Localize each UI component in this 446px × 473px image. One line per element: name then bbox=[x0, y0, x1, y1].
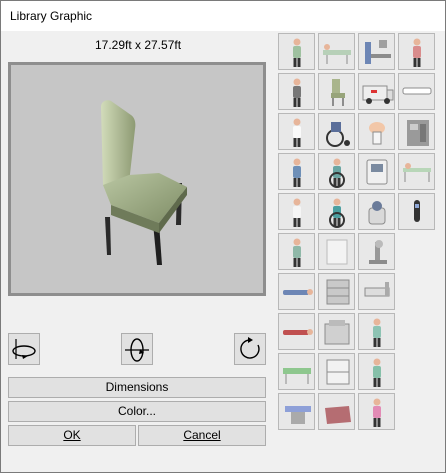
dimensions-button[interactable]: Dimensions bbox=[8, 377, 266, 398]
folded-blanket-icon bbox=[325, 406, 351, 424]
gallery-item-person-standing-green[interactable] bbox=[358, 353, 395, 390]
gallery-item-surgeon-standing[interactable] bbox=[358, 313, 395, 350]
gallery-item-wheelchair[interactable] bbox=[318, 113, 355, 150]
cabinet-machine-icon bbox=[407, 120, 429, 146]
gallery-item-patient-chair[interactable] bbox=[318, 233, 355, 270]
title-bar: Library Graphic bbox=[1, 1, 445, 31]
gallery-item-toilet[interactable] bbox=[358, 113, 395, 150]
dimensions-readout: 17.29ft x 27.57ft bbox=[94, 38, 182, 52]
cancel-label: Cancel bbox=[183, 428, 221, 442]
gallery-item-folded-blanket[interactable] bbox=[318, 393, 355, 430]
person-sitting-icon bbox=[293, 38, 301, 67]
gallery-item-person-lying[interactable] bbox=[278, 273, 315, 310]
gallery-item-wall-mount-rail[interactable] bbox=[398, 73, 435, 110]
gallery-item-stretcher-bed[interactable] bbox=[278, 353, 315, 390]
person-walking-icon bbox=[293, 158, 301, 187]
nurse-scrubs-icon bbox=[293, 238, 301, 267]
gallery-item-linen-cart[interactable] bbox=[318, 353, 355, 390]
gurney-icon bbox=[403, 163, 431, 182]
preview-panel[interactable] bbox=[8, 62, 266, 296]
gallery-item-chair[interactable] bbox=[318, 73, 355, 110]
person-standing-icon bbox=[293, 78, 301, 107]
gallery-item-ambulance[interactable] bbox=[358, 73, 395, 110]
chair-icon bbox=[331, 79, 345, 106]
color-button[interactable]: Color... bbox=[8, 401, 266, 422]
gallery-item-person-wheelchair[interactable] bbox=[318, 153, 355, 190]
gallery-item-lab-device[interactable] bbox=[358, 193, 395, 230]
iv-pole-icon bbox=[414, 200, 420, 222]
gallery-item-person-sitting[interactable] bbox=[278, 33, 315, 70]
gallery-item-person-pink[interactable] bbox=[358, 393, 395, 430]
surgeon-standing-icon bbox=[373, 318, 381, 347]
wheelchair-icon bbox=[326, 122, 350, 147]
doctor-standing-icon bbox=[293, 118, 301, 147]
person-kneeling-icon bbox=[413, 38, 421, 67]
gallery-item-person-kneeling[interactable] bbox=[398, 33, 435, 70]
supply-cart-icon bbox=[326, 279, 350, 305]
gallery-item-person-walking[interactable] bbox=[278, 153, 315, 190]
person-wheelchair-icon bbox=[329, 158, 345, 188]
rotate-flat-button[interactable] bbox=[234, 333, 266, 365]
ok-button[interactable]: OK bbox=[8, 425, 136, 446]
gallery-item-hospital-bed[interactable] bbox=[358, 273, 395, 310]
person-standing-green-icon bbox=[373, 358, 381, 387]
gallery-item-supply-cart[interactable] bbox=[318, 273, 355, 310]
cancel-button[interactable]: Cancel bbox=[138, 425, 266, 446]
gallery-item-nurse-scrubs[interactable] bbox=[278, 233, 315, 270]
patient-stretcher-icon bbox=[323, 44, 351, 64]
window-title: Library Graphic bbox=[10, 9, 93, 23]
rotate-vertical-icon bbox=[125, 338, 149, 362]
nurse-standing-icon bbox=[293, 198, 301, 227]
gallery-item-copier-machine[interactable] bbox=[318, 313, 355, 350]
gallery-item-gurney[interactable] bbox=[398, 153, 435, 190]
rotate-horizontal-button[interactable] bbox=[8, 333, 40, 365]
patient-chair-icon bbox=[326, 239, 348, 265]
gallery-item-cabinet-machine[interactable] bbox=[398, 113, 435, 150]
ambulance-icon bbox=[362, 85, 394, 104]
exam-table-icon bbox=[285, 406, 311, 424]
lab-device-icon bbox=[368, 201, 386, 225]
chair-preview-image bbox=[101, 100, 187, 265]
person-pink-icon bbox=[373, 398, 381, 427]
gallery-item-patient-stretcher[interactable] bbox=[318, 33, 355, 70]
rotate-horizontal-icon bbox=[12, 339, 36, 359]
x-ray-machine-icon bbox=[365, 40, 391, 64]
monitor-cart-icon bbox=[366, 159, 388, 185]
linen-cart-icon bbox=[326, 359, 350, 385]
gallery-item-x-ray-machine[interactable] bbox=[358, 33, 395, 70]
wall-mount-rail-icon bbox=[402, 87, 432, 95]
person-lying-icon bbox=[283, 289, 313, 295]
gallery-item-person-standing[interactable] bbox=[278, 73, 315, 110]
hospital-bed-icon bbox=[364, 282, 390, 297]
rotate-vertical-button[interactable] bbox=[121, 333, 153, 365]
gallery-item-doctor-standing[interactable] bbox=[278, 113, 315, 150]
stretcher-bed-icon bbox=[283, 368, 311, 384]
gallery-item-microscope[interactable] bbox=[358, 233, 395, 270]
gallery-item-patient-wheelchair[interactable] bbox=[318, 193, 355, 230]
copier-machine-icon bbox=[324, 320, 350, 345]
library-graphic-dialog: Library Graphic 17.29ft x 27.57ft Dimens… bbox=[0, 0, 446, 473]
gallery-item-iv-pole[interactable] bbox=[398, 193, 435, 230]
rotate-flat-icon bbox=[240, 337, 260, 359]
gallery-item-monitor-cart[interactable] bbox=[358, 153, 395, 190]
microscope-icon bbox=[369, 240, 387, 264]
toilet-icon bbox=[369, 122, 385, 145]
gallery-item-nurse-standing[interactable] bbox=[278, 193, 315, 230]
ok-label: OK bbox=[63, 428, 81, 442]
gallery-item-exam-table[interactable] bbox=[278, 393, 315, 430]
gallery-item-patient-lying[interactable] bbox=[278, 313, 315, 350]
patient-lying-icon bbox=[283, 329, 313, 335]
patient-wheelchair-icon bbox=[329, 198, 345, 228]
